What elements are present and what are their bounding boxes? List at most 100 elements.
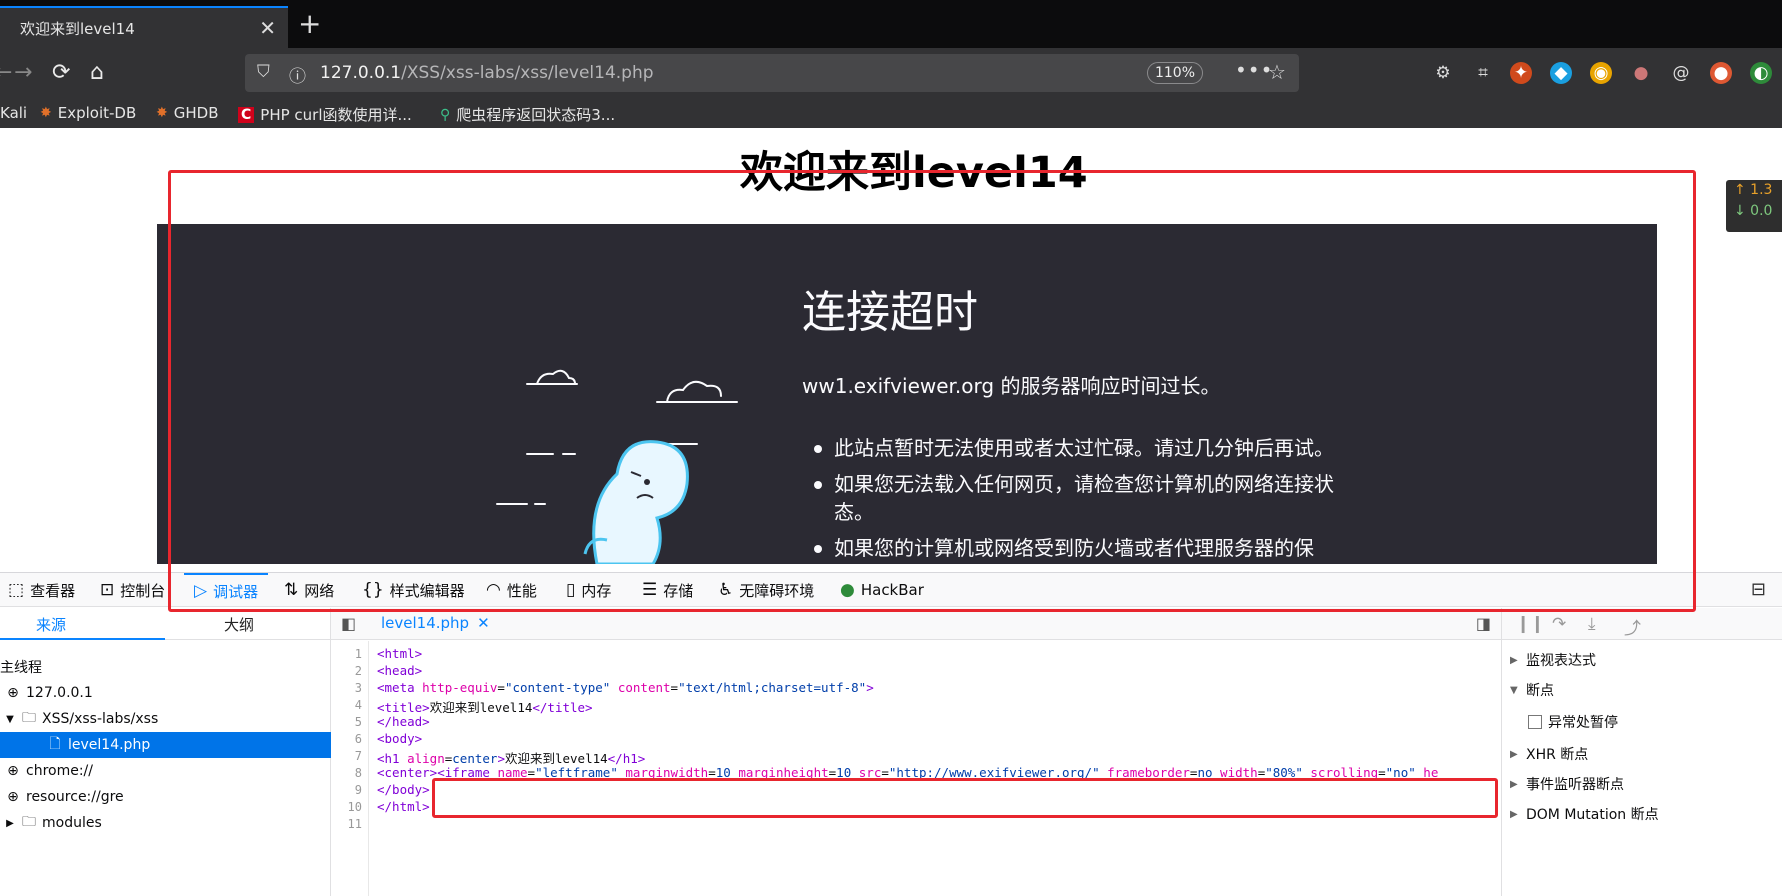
watch-expressions-section[interactable]: ▶ 监视表达式 (1510, 650, 1596, 670)
url-host: 127.0.0.1 (320, 63, 402, 83)
download-speed: ↓ 0.0 (1734, 203, 1773, 219)
breakpoints-section[interactable]: ▼ 断点 (1510, 680, 1554, 700)
code-token: http-equiv (422, 680, 498, 695)
pause-on-exceptions-checkbox[interactable] (1528, 715, 1542, 729)
code-line[interactable]: <html> (377, 646, 422, 661)
url-text[interactable]: 127.0.0.1/XSS/xss-labs/xss/level14.php (320, 63, 654, 83)
bookmark-star-icon[interactable]: ☆ (1268, 60, 1286, 84)
line-number: 8 (354, 766, 362, 780)
extension-green-icon[interactable]: ◐ (1750, 62, 1772, 84)
url-bar[interactable]: ⛉ ⓘ 127.0.0.1/XSS/xss-labs/xss/level14.p… (245, 54, 1299, 92)
tab-inspector[interactable]: ⬚ 查看器 (8, 573, 75, 607)
duckduckgo-icon[interactable]: ● (1710, 62, 1732, 84)
code-line[interactable]: <meta http-equiv="content-type" content=… (377, 680, 874, 695)
line-number: 1 (354, 647, 362, 661)
chevron-down-icon: ▼ (6, 713, 14, 725)
map-pin-icon: ⚲ (440, 106, 451, 123)
bug-icon: ✸ (40, 105, 52, 121)
reload-icon[interactable]: ⟳ (52, 60, 70, 86)
tree-label: 127.0.0.1 (26, 685, 93, 701)
home-icon[interactable]: ⌂ (90, 60, 104, 86)
site-info-icon[interactable]: ⓘ (289, 62, 306, 87)
dom-mutation-breakpoints-section[interactable]: ▶ DOM Mutation 断点 (1510, 804, 1659, 824)
tree-chrome[interactable]: ⊕ chrome:// (0, 758, 331, 784)
bookmark-label: GHDB (173, 104, 219, 122)
settings-gear-icon[interactable]: ⚙ (1432, 62, 1454, 84)
bookmark-exploit-db[interactable]: ✸ Exploit-DB (40, 104, 136, 122)
line-number: 6 (354, 732, 362, 746)
tree-resource[interactable]: ⊕ resource://gre (0, 784, 331, 810)
code-token: </title> (532, 700, 593, 715)
line-number: 10 (347, 800, 362, 814)
tab-sources[interactable]: 来源 (36, 614, 66, 635)
code-line[interactable]: </html> (377, 799, 430, 814)
close-file-icon[interactable]: ✕ (477, 614, 490, 632)
code-token: <center> (377, 765, 438, 780)
bug-icon: ✸ (156, 105, 168, 121)
event-listener-breakpoints-section[interactable]: ▶ 事件监听器断点 (1510, 774, 1624, 794)
pause-icon[interactable]: ❙❙ (1516, 614, 1545, 634)
bookmark-label: Kali (0, 104, 28, 122)
step-over-icon[interactable]: ↷ (1552, 614, 1566, 634)
code-token: content (617, 680, 671, 695)
crop-icon[interactable]: ⌗ (1472, 62, 1494, 84)
line-number: 7 (354, 749, 362, 763)
code-token: <body> (377, 731, 423, 746)
extension-hex-icon[interactable]: ◆ (1550, 62, 1572, 84)
editor-file-tab[interactable]: level14.php ✕ (381, 614, 490, 632)
code-line[interactable]: </head> (377, 714, 430, 729)
toggle-sidebar-icon[interactable]: ◧ (341, 614, 356, 633)
devtools-panel: ⬚ 查看器 ⊡ 控制台 ▷ 调试器 ⇅ 网络 {} 样式编辑器 ◠ 性能 ▯ 内存 ☰ 存储 ♿… (0, 572, 1782, 896)
tree-modules[interactable]: ▶ 🗀 modules (0, 810, 331, 836)
section-label: 监视表达式 (1526, 653, 1596, 669)
xhr-breakpoints-section[interactable]: ▶ XHR 断点 (1510, 744, 1588, 764)
back-icon[interactable]: ← (0, 60, 12, 86)
file-icon: 🗋 (49, 736, 61, 752)
tab-strip: 欢迎来到level14 ✕ + (0, 0, 1782, 48)
globe-icon: ⊕ (7, 685, 19, 701)
extension-cookie-icon[interactable]: ● (1630, 62, 1652, 84)
step-in-icon[interactable]: ⤓ (1588, 614, 1596, 634)
code-line[interactable]: <body> (377, 731, 422, 746)
bookmark-ghdb[interactable]: ✸ GHDB (156, 104, 218, 122)
tree-label: 主线程 (0, 660, 42, 676)
pause-on-exceptions-option[interactable]: 异常处暂停 (1528, 712, 1618, 732)
bookmark-php-curl[interactable]: C PHP curl函数使用详... (238, 104, 412, 125)
tree-folder[interactable]: ▼ 🗀 XSS/xss-labs/xss (0, 706, 331, 732)
code-token: </head> (377, 714, 430, 729)
bookmark-crawler[interactable]: ⚲ 爬虫程序返回状态码3... (440, 104, 615, 125)
extension-spiral-icon[interactable]: @ (1670, 62, 1692, 84)
tab-console[interactable]: ⊡ 控制台 (100, 573, 165, 607)
forward-icon[interactable]: → (14, 60, 32, 86)
chevron-right-icon: ▶ (1510, 808, 1518, 820)
new-tab-button[interactable]: + (298, 8, 321, 40)
code-token: </body> (377, 782, 430, 797)
debugger-sidebar: ❙❙ ↷ ⤓ ⤴ ▶ 监视表达式 ▼ 断点 异常处暂停 ▶ XHR 断点 ▶ 事件监听器… (1501, 608, 1782, 896)
line-number: 9 (354, 783, 362, 797)
code-editor: ◧ level14.php ✕ ◨ 1 2 3 4 5 6 7 8 9 10 11… (331, 608, 1501, 896)
url-path: /XSS/xss-labs/xss/level14.php (401, 63, 654, 83)
zoom-indicator[interactable]: 110% (1147, 62, 1203, 84)
file-tab-label: level14.php (381, 614, 470, 632)
code-line[interactable]: </body> (377, 782, 430, 797)
chevron-right-icon: ▶ (1510, 654, 1518, 666)
code-line[interactable]: <head> (377, 663, 422, 678)
toggle-right-pane-icon[interactable]: ◨ (1476, 614, 1491, 633)
code-token: <meta (377, 680, 423, 695)
tree-file-selected[interactable]: 🗋 level14.php (0, 732, 331, 758)
network-speed-widget: ↑ 1.3 ↓ 0.0 (1726, 180, 1782, 232)
section-label: XHR 断点 (1526, 747, 1589, 763)
chrome-icon[interactable]: ◉ (1590, 62, 1612, 84)
tree-main-thread[interactable]: 主线程 (0, 654, 331, 680)
browser-tab[interactable]: 欢迎来到level14 ✕ (0, 6, 288, 48)
tracking-shield-icon[interactable]: ⛉ (257, 62, 270, 82)
tab-outline[interactable]: 大纲 (224, 614, 254, 635)
dock-toggle-icon[interactable]: ⊟ (1751, 579, 1766, 600)
close-tab-icon[interactable]: ✕ (259, 16, 276, 40)
tree-host[interactable]: ⊕ 127.0.0.1 (0, 680, 331, 706)
extension-fox-icon[interactable]: ✦ (1510, 62, 1532, 84)
step-out-icon[interactable]: ⤴ (1624, 614, 1641, 639)
code-token: <title> (377, 700, 430, 715)
folder-icon: 🗀 (22, 710, 36, 726)
bookmark-kali[interactable]: Kali (0, 104, 27, 122)
